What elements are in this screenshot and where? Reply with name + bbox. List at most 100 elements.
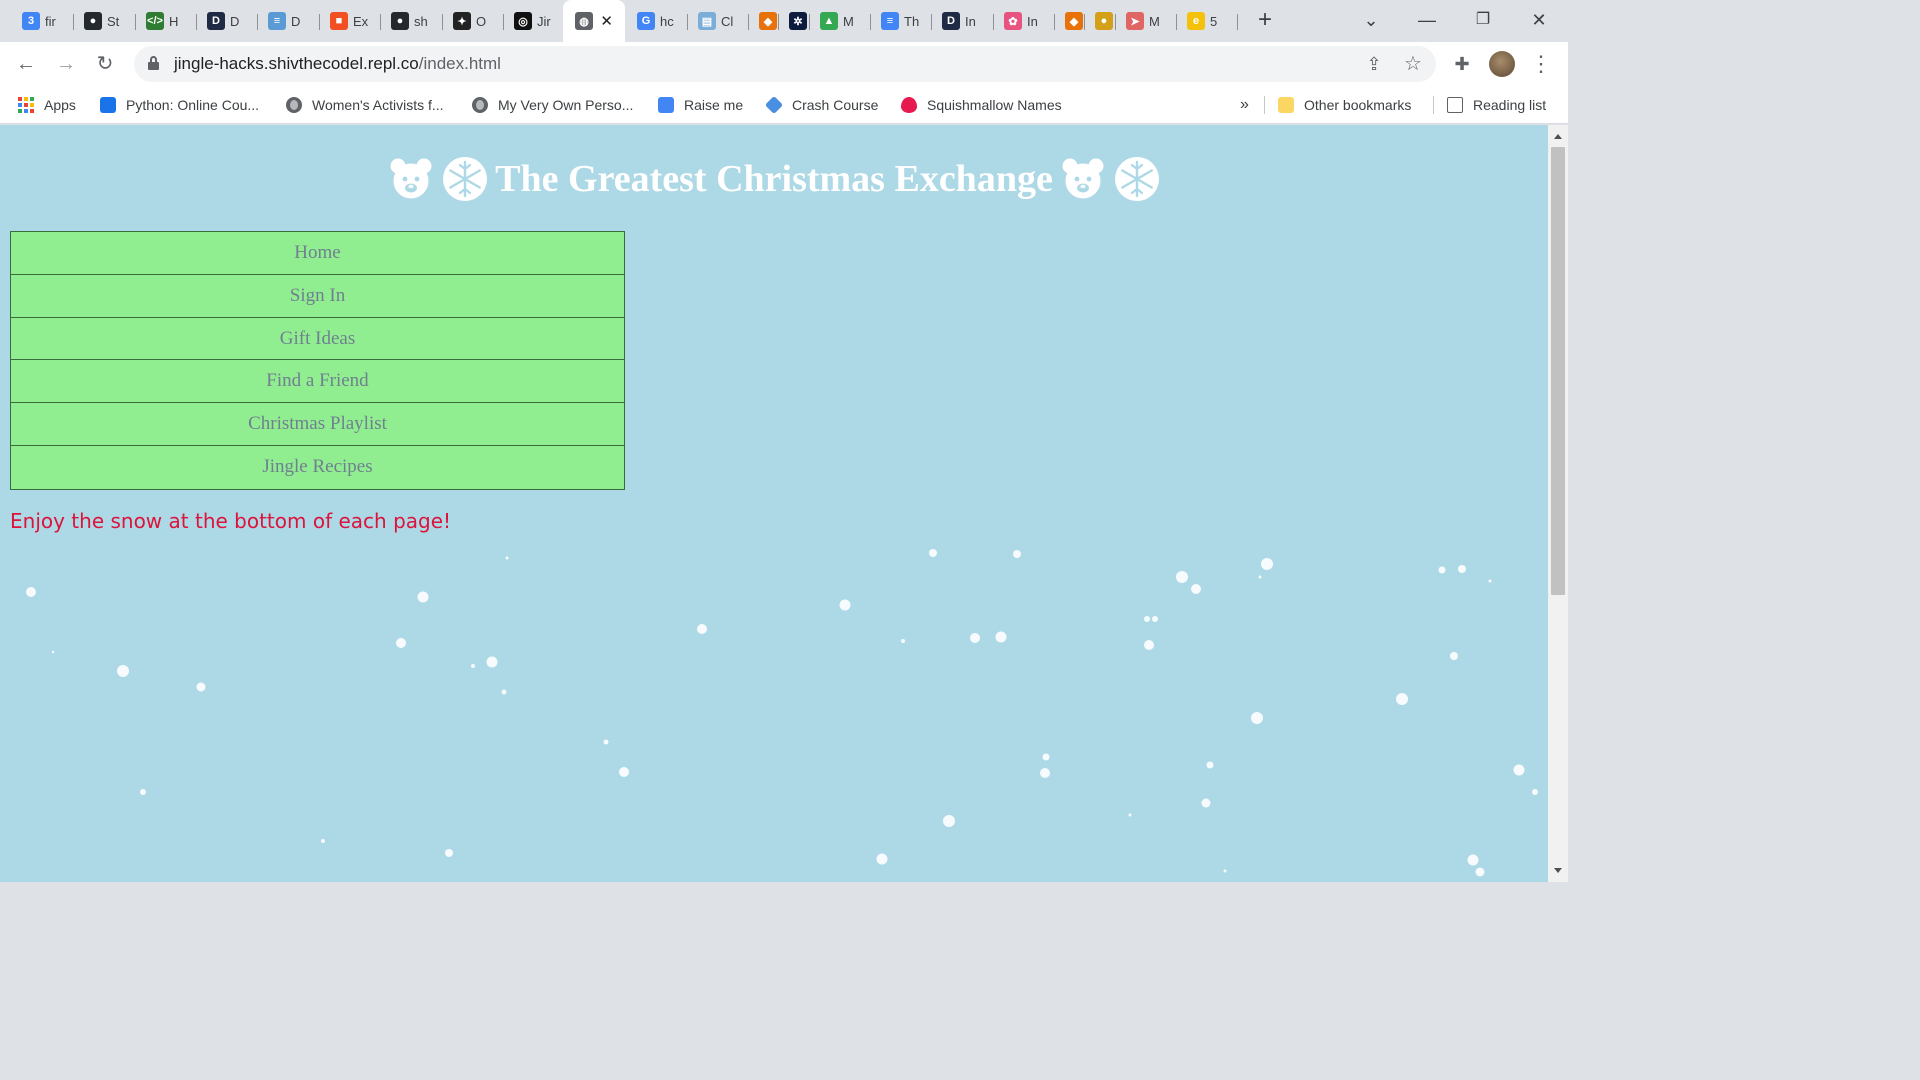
snowflake-dot bbox=[486, 656, 498, 668]
forward-button[interactable]: → bbox=[52, 50, 80, 78]
snowflake-dot bbox=[1152, 616, 1158, 622]
browser-tab[interactable]: ▲ M bbox=[810, 6, 871, 36]
snowflake-dot bbox=[445, 849, 453, 857]
snowflake-dot bbox=[501, 689, 507, 695]
other-bookmarks[interactable]: Other bookmarks bbox=[1278, 94, 1411, 116]
browser-tab[interactable]: D In bbox=[932, 6, 994, 36]
snowflake-dot bbox=[471, 664, 475, 668]
globe-icon: ◍ bbox=[575, 12, 593, 30]
scrollbar-thumb[interactable] bbox=[1551, 147, 1565, 595]
snowflake-dot bbox=[1467, 854, 1479, 866]
e-icon: e bbox=[1187, 12, 1205, 30]
back-button[interactable]: ← bbox=[12, 50, 40, 78]
avatar[interactable] bbox=[1489, 51, 1515, 77]
star-icon[interactable]: ☆ bbox=[1401, 52, 1425, 76]
snowflake-dot bbox=[1223, 869, 1227, 873]
snowflake-dot bbox=[1475, 867, 1485, 877]
nav-gift-ideas[interactable]: Gift Ideas bbox=[11, 318, 624, 361]
browser-tab[interactable]: ◆ bbox=[749, 6, 779, 36]
nav-home[interactable]: Home bbox=[11, 232, 624, 275]
bookmarks-overflow-button[interactable]: » bbox=[1240, 94, 1249, 116]
browser-tab[interactable]: ◍ ✕ bbox=[563, 0, 625, 42]
browser-tab[interactable]: ▤ Cl bbox=[688, 6, 749, 36]
browser-tab[interactable]: e5 bbox=[1177, 6, 1238, 36]
snowflake-dot bbox=[1206, 761, 1214, 769]
browser-tab[interactable]: ◆ bbox=[1055, 6, 1085, 36]
reload-button[interactable]: ↻ bbox=[91, 50, 119, 78]
url-path: /index.html bbox=[418, 54, 501, 73]
browser-tab[interactable]: ≡ D bbox=[258, 6, 320, 36]
snowflake-dot bbox=[1144, 640, 1154, 650]
browser-tab[interactable]: DD bbox=[197, 6, 258, 36]
tab-title: Cl bbox=[721, 13, 734, 29]
tab-search-button[interactable]: ⌄ bbox=[1356, 6, 1386, 34]
nav-sign-in[interactable]: Sign In bbox=[11, 275, 624, 318]
snowflake-dot bbox=[1013, 550, 1021, 558]
bookmark-item[interactable]: Apps bbox=[18, 94, 76, 116]
snowflake-dot bbox=[839, 599, 851, 611]
bookmark-item[interactable]: My Very Own Perso... bbox=[472, 94, 633, 116]
page-scrollbar[interactable] bbox=[1548, 125, 1568, 882]
restore-button[interactable]: ❐ bbox=[1468, 6, 1498, 34]
browser-tab[interactable]: 3 fir bbox=[12, 6, 74, 36]
extensions-icon[interactable]: ✚ bbox=[1448, 50, 1476, 78]
browser-toolbar: ← → ↻ jingle-hacks.shivthecodel.repl.co/… bbox=[0, 42, 1568, 86]
snowflake-dot bbox=[1201, 798, 1211, 808]
main-nav: Home Sign In Gift Ideas Find a Friend Ch… bbox=[10, 231, 625, 490]
tab-title: St bbox=[107, 13, 120, 29]
bookmark-item[interactable]: Squishmallow Names bbox=[901, 94, 1062, 116]
browser-tab[interactable]: Ghc bbox=[627, 6, 688, 36]
browser-tab[interactable]: ✿ In bbox=[994, 6, 1055, 36]
tab-title: fir bbox=[45, 13, 56, 29]
browser-tab[interactable]: ≡ Th bbox=[871, 6, 932, 36]
tab-title: D bbox=[291, 13, 301, 29]
reading-list-label: Reading list bbox=[1473, 97, 1547, 113]
share-icon[interactable]: ⇪ bbox=[1362, 52, 1386, 76]
google-icon: G bbox=[637, 12, 655, 30]
bookmark-item[interactable]: Women's Activists f... bbox=[286, 94, 444, 116]
snowflake-dot bbox=[1128, 813, 1132, 817]
snowflake-dot bbox=[140, 789, 146, 795]
snowflake-icon bbox=[443, 157, 488, 201]
nav-jingle-recipes[interactable]: Jingle Recipes bbox=[11, 446, 624, 489]
browser-tab[interactable]: ✦ O bbox=[443, 6, 504, 36]
close-tab-icon[interactable]: ✕ bbox=[600, 12, 613, 30]
url-text[interactable]: jingle-hacks.shivthecodel.repl.co/index.… bbox=[174, 54, 501, 74]
snowflake-dot bbox=[1488, 579, 1492, 583]
url-host: jingle-hacks.shivthecodel.repl.co bbox=[174, 54, 419, 73]
scroll-down-arrow[interactable] bbox=[1554, 868, 1562, 873]
snowflake-dot bbox=[995, 631, 1007, 643]
browser-tab[interactable]: ● bbox=[1085, 6, 1116, 36]
snowflake-dot bbox=[51, 650, 55, 654]
address-bar[interactable]: jingle-hacks.shivthecodel.repl.co/index.… bbox=[134, 46, 1436, 82]
snowflake-dot bbox=[1258, 575, 1262, 579]
browser-tab[interactable]: ● St bbox=[74, 6, 136, 36]
bookmark-label: Women's Activists f... bbox=[312, 97, 444, 113]
replit-icon: ◎ bbox=[514, 12, 532, 30]
bookmarks-divider bbox=[1433, 96, 1434, 114]
nav-find-a-friend[interactable]: Find a Friend bbox=[11, 360, 624, 404]
apps-grid-icon bbox=[18, 97, 34, 113]
browser-tab[interactable]: </> H bbox=[136, 6, 197, 36]
browser-tab[interactable]: ✲ bbox=[779, 6, 810, 36]
browser-tab[interactable]: ◎ Jir bbox=[504, 6, 565, 36]
browser-tab[interactable]: ● sh bbox=[381, 6, 443, 36]
scroll-up-arrow[interactable] bbox=[1554, 134, 1562, 139]
menu-icon[interactable]: ⋮ bbox=[1527, 50, 1555, 78]
image-icon: ▤ bbox=[698, 12, 716, 30]
tab-strip: + ⌄ — ❐ ✕ 3 fir ● St </> H D D ≡ D ■ Ex ● sh ✦ O ◎ Jir ◍ ✕ G… bbox=[0, 0, 1568, 42]
reading-list[interactable]: Reading list bbox=[1447, 94, 1546, 116]
minimize-button[interactable]: — bbox=[1412, 6, 1442, 34]
browser-tab[interactable]: ➤ M bbox=[1116, 6, 1177, 36]
bookmark-item[interactable]: Crash Course bbox=[764, 94, 878, 116]
nav-christmas-playlist[interactable]: Christmas Playlist bbox=[11, 403, 624, 446]
bookmark-label: Raise me bbox=[684, 97, 744, 113]
bookmark-item[interactable]: Raise me bbox=[658, 94, 743, 116]
snowflake-dot bbox=[1191, 584, 1201, 594]
bookmark-item[interactable]: Python: Online Cou... bbox=[100, 94, 259, 116]
close-window-button[interactable]: ✕ bbox=[1524, 6, 1554, 34]
snowflake-dot bbox=[901, 639, 905, 643]
polar-bear-icon bbox=[1062, 158, 1104, 199]
browser-tab[interactable]: ■ Ex bbox=[320, 6, 381, 36]
new-tab-button[interactable]: + bbox=[1252, 8, 1278, 34]
